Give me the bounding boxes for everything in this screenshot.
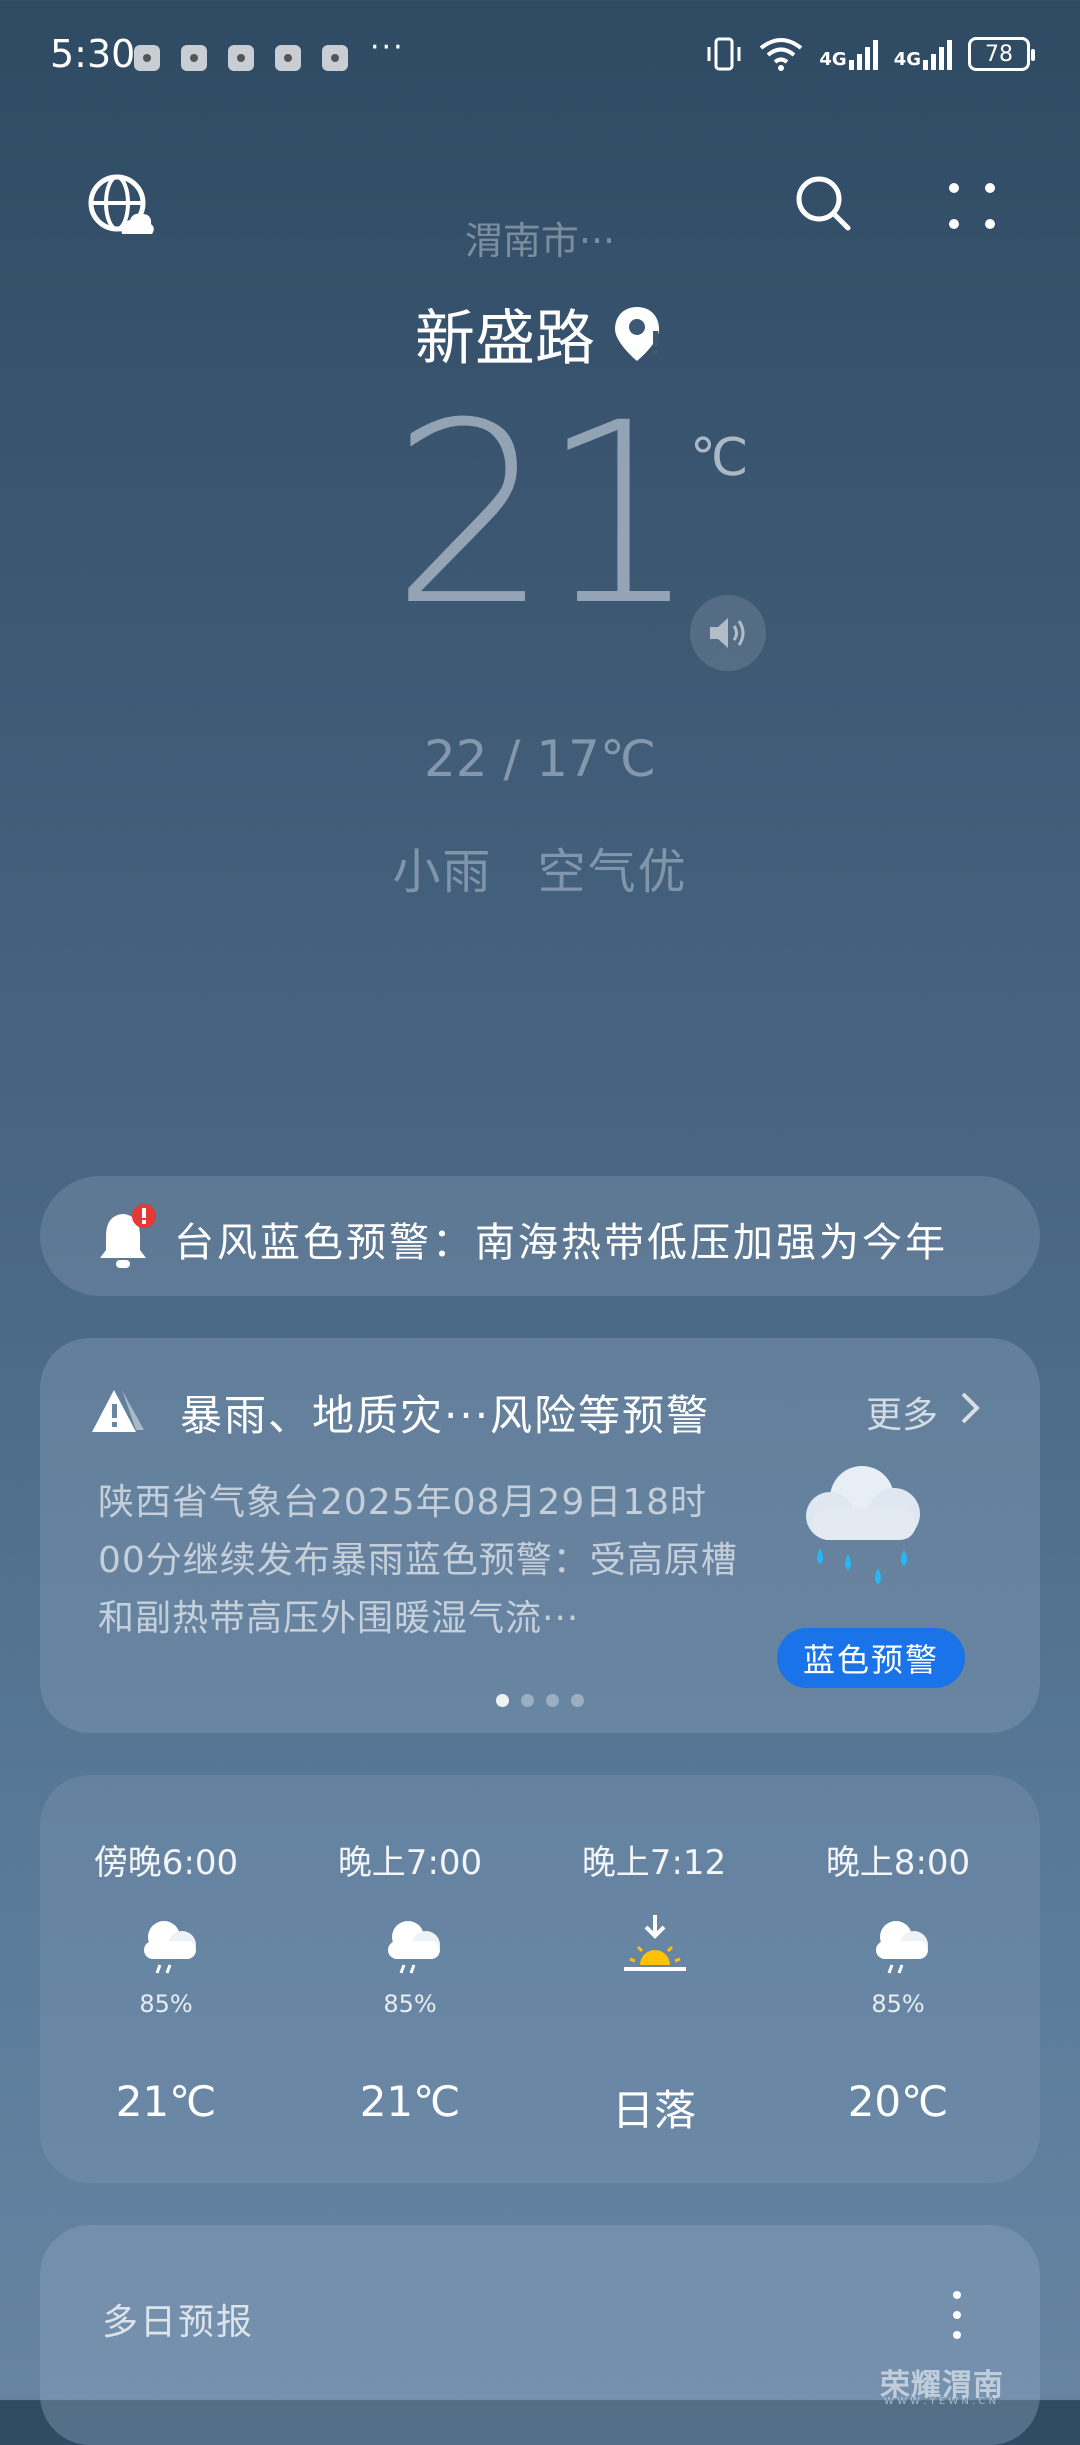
chevron-right-icon[interactable] <box>958 1390 982 1426</box>
multiday-title: 多日预报 <box>102 2302 255 2343</box>
rain-cloud-icon <box>806 1466 920 1584</box>
notification-icon <box>134 45 160 71</box>
page-dot <box>546 1694 559 1707</box>
alert-title: 暴雨、地质灾···风险等预警 <box>180 1391 711 1440</box>
precipitation-probability: 85% <box>139 1990 193 2018</box>
hour-temperature: 21℃ <box>359 2077 461 2126</box>
sunset-label: 日落 <box>611 2086 696 2135</box>
location-pin-icon <box>615 306 659 361</box>
current-temperature: 21 <box>390 369 699 660</box>
vibrate-icon <box>707 37 741 71</box>
notification-icon <box>322 45 348 71</box>
notification-icon <box>181 45 207 71</box>
temperature-unit: ℃ <box>690 428 749 488</box>
precipitation-probability: 85% <box>871 1990 925 2018</box>
hourly-item[interactable]: 傍晚6:00 85% 21℃ <box>44 1775 288 2183</box>
weather-condition-row: 小雨 空气优 <box>0 832 1080 902</box>
alert-more-link[interactable]: 更多 <box>866 1386 938 1438</box>
status-right-group: 4G 4G 78 <box>705 34 1035 74</box>
cellular-signal-1: 4G <box>819 38 878 70</box>
district-name: 渭南市··· <box>464 219 616 263</box>
location-name[interactable]: 新盛路 <box>415 290 595 377</box>
sunset-icon <box>624 1915 686 1971</box>
page-dot <box>496 1694 509 1707</box>
ticker-text[interactable]: 台风蓝色预警：南海热带低压加强为今年 <box>174 1210 994 1268</box>
warning-ticker[interactable]: 台风蓝色预警：南海热带低压加强为今年 <box>40 1176 1040 1296</box>
hour-time: 傍晚6:00 <box>93 1843 239 1883</box>
alert-pagination-dots <box>40 1694 1040 1707</box>
watermark-url: W W W . Y E W N . C N <box>884 2396 997 2407</box>
more-notifications-indicator: ··· <box>370 30 405 65</box>
multiday-forecast-card[interactable]: 多日预报 <box>40 2225 1040 2445</box>
hour-time: 晚上7:00 <box>337 1843 483 1883</box>
more-vertical-icon[interactable] <box>950 2285 964 2345</box>
hour-temperature: 20℃ <box>847 2077 949 2126</box>
hourly-forecast-card[interactable]: 傍晚6:00 85% 21℃ 晚上7:00 85% 21℃ 晚上7:12 日落 … <box>40 1775 1040 2183</box>
status-time: 5:30 <box>50 32 136 76</box>
hourly-item[interactable]: 晚上8:00 85% 20℃ <box>776 1775 1020 2183</box>
page-dot <box>521 1694 534 1707</box>
precipitation-probability: 85% <box>383 1990 437 2018</box>
rain-cloud-icon <box>388 1921 440 1974</box>
battery-indicator: 78 <box>968 37 1035 71</box>
location-row[interactable]: 新盛路 <box>0 290 1080 377</box>
bell-alert-icon <box>100 1204 156 1268</box>
air-quality[interactable]: 空气优 <box>538 844 688 900</box>
wifi-icon <box>760 38 803 71</box>
hour-time: 晚上7:12 <box>581 1843 727 1883</box>
page-dot <box>571 1694 584 1707</box>
notification-icon <box>228 45 254 71</box>
hourly-item[interactable]: 晚上7:00 85% 21℃ <box>288 1775 532 2183</box>
hour-time: 晚上8:00 <box>825 1843 971 1883</box>
high-low-temperature: 22 / 17℃ <box>423 730 657 788</box>
alert-description: 陕西省气象台2025年08月29日18时00分继续发布暴雨蓝色预警：受高原槽和副… <box>98 1482 738 1639</box>
rain-cloud-icon <box>876 1921 928 1974</box>
speaker-icon <box>710 618 745 648</box>
voice-broadcast-button[interactable] <box>690 595 766 671</box>
rain-cloud-icon <box>144 1921 196 1974</box>
hour-temperature: 21℃ <box>115 2077 217 2126</box>
status-bar: 5:30 ··· 4G 4G 78 <box>0 0 1080 110</box>
warning-triangle-icon <box>92 1390 144 1432</box>
weather-condition: 小雨 <box>392 844 493 900</box>
hourly-item[interactable]: 晚上7:12 日落 <box>532 1775 776 2183</box>
alert-level-badge[interactable]: 蓝色预警 <box>777 1628 965 1688</box>
cellular-signal-2: 4G <box>894 38 952 70</box>
notification-icon <box>275 45 301 71</box>
weather-alert-card[interactable]: 暴雨、地质灾···风险等预警 更多 陕西省气象台2025年08月29日18时00… <box>40 1338 1040 1733</box>
